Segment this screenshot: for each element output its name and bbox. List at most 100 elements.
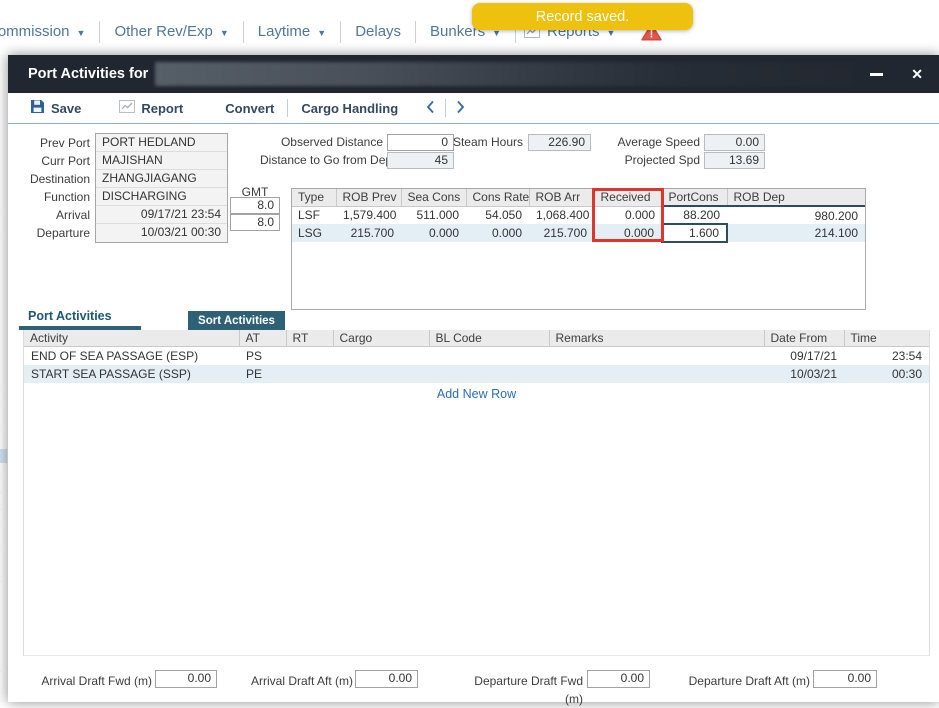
lsf-type: LSF: [292, 206, 336, 224]
col-sea-cons: Sea Cons: [401, 189, 466, 206]
background-text-fragment: 8: [0, 539, 7, 553]
col-bl-code: BL Code: [429, 330, 549, 347]
departure-draft-fwd-label: Departure Draft Fwd (m): [454, 672, 583, 690]
redacted-vessel-name: [155, 62, 853, 86]
departure-value: 10/03/21 00:30: [96, 224, 227, 242]
background-text-fragment: 8: [0, 419, 7, 433]
report-button[interactable]: Report: [119, 100, 183, 116]
save-button[interactable]: Save: [30, 99, 81, 117]
activity-row-esp[interactable]: END OF SEA PASSAGE (ESP) PS 09/17/21 23:…: [24, 347, 929, 365]
esp-rt: [286, 347, 333, 365]
departure-label: Departure: [8, 224, 90, 242]
lsf-rob-arr: 1,068.400: [529, 206, 594, 224]
lsg-portcons-input-focused[interactable]: 1.600: [662, 224, 727, 242]
average-speed-value: 0.00: [704, 134, 765, 151]
next-port-nav-button[interactable]: [456, 100, 465, 117]
esp-bl-code: [429, 347, 549, 365]
projected-spd-label: Projected Spd: [614, 152, 700, 169]
background-text-fragment: 4: [0, 485, 7, 499]
menu-divider: [415, 21, 416, 43]
background-text-fragment: 7: [0, 521, 7, 535]
lsg-sea-cons: 0.000: [401, 224, 466, 242]
gmt-departure-input[interactable]: 8.0: [230, 214, 280, 231]
tab-port-activities[interactable]: Port Activities: [28, 309, 112, 323]
col-type: Type: [292, 189, 336, 206]
toast-message: Record saved.: [536, 9, 630, 25]
convert-label: Convert: [225, 101, 274, 116]
bunker-row-lsf: LSF 1,579.400 511.000 54.050 1,068.400 0…: [292, 206, 865, 224]
menu-commission[interactable]: Commission ▼: [0, 23, 85, 40]
close-icon[interactable]: ✕: [911, 67, 923, 81]
projected-spd-value: 13.69: [704, 152, 765, 169]
col-cargo: Cargo: [333, 330, 429, 347]
col-time: Time: [844, 330, 929, 347]
col-portcons: PortCons: [662, 189, 727, 206]
lsg-type: LSG: [292, 224, 336, 242]
lsf-received-input[interactable]: 0.000: [594, 206, 662, 224]
ssp-cargo: [333, 365, 429, 383]
add-new-row-link[interactable]: Add New Row: [24, 387, 929, 401]
toolbar-divider: [445, 99, 446, 117]
background-text-fragment: 5: [0, 503, 7, 517]
menu-delays-label: Delays: [355, 23, 401, 40]
dialog-title: Port Activities for: [28, 66, 148, 82]
save-icon: [30, 99, 45, 117]
col-rob-dep: ROB Dep: [727, 189, 865, 206]
lsg-received-input[interactable]: 0.000: [594, 224, 662, 242]
bunker-header-row: Type ROB Prev Sea Cons Cons Rate ROB Arr…: [292, 189, 865, 206]
arrival-draft-aft-input[interactable]: 0.00: [355, 670, 418, 688]
background-text-fragment: 2: [0, 228, 7, 242]
bunker-panel: Type ROB Prev Sea Cons Cons Rate ROB Arr…: [291, 188, 866, 310]
curr-port-label: Curr Port: [8, 152, 90, 170]
function-label: Function: [8, 188, 90, 206]
background-text-fragment: 1: [0, 467, 7, 481]
menu-divider: [340, 21, 341, 43]
lsf-portcons-input[interactable]: 88.200: [662, 206, 727, 224]
destination-label: Destination: [8, 170, 90, 188]
minimize-icon[interactable]: [870, 73, 883, 76]
destination-value: ZHANGJIAGANG: [96, 170, 227, 188]
background-text-fragment: 5: [0, 575, 7, 589]
window-controls: ✕: [870, 67, 923, 81]
menu-laytime[interactable]: Laytime ▼: [258, 23, 326, 40]
ssp-at: PE: [239, 365, 286, 383]
report-label: Report: [141, 101, 183, 116]
lsf-rob-dep: 980.200: [727, 206, 865, 224]
arrival-draft-fwd-label: Arrival Draft Fwd (m): [33, 672, 152, 690]
observed-distance-label: Observed Distance: [278, 134, 383, 151]
arrival-draft-fwd-input[interactable]: 0.00: [155, 670, 217, 688]
dialog-content: Prev Port Curr Port Destination Function…: [8, 124, 939, 702]
activity-row-ssp[interactable]: START SEA PASSAGE (SSP) PE 10/03/21 00:3…: [24, 365, 929, 383]
col-date-from: Date From: [764, 330, 844, 347]
cargo-handling-label: Cargo Handling: [301, 101, 398, 116]
dialog-titlebar: Port Activities for ✕: [8, 55, 939, 93]
sort-activities-button[interactable]: Sort Activities: [188, 311, 285, 330]
ssp-bl-code: [429, 365, 549, 383]
chevron-down-icon: ▼: [220, 26, 229, 38]
departure-draft-aft-input[interactable]: 0.00: [813, 670, 877, 688]
col-at: AT: [239, 330, 286, 347]
gmt-arrival-input[interactable]: 8.0: [230, 197, 280, 214]
menu-divider: [243, 21, 244, 43]
col-rt: RT: [286, 330, 333, 347]
lsf-cons-rate: 54.050: [466, 206, 529, 224]
voyage-values-box: PORT HEDLAND MAJISHAN ZHANGJIAGANG DISCH…: [95, 133, 228, 243]
save-label: Save: [51, 101, 81, 116]
col-activity: Activity: [24, 330, 239, 347]
lsf-rob-prev: 1,579.400: [336, 206, 401, 224]
convert-button[interactable]: Convert: [225, 101, 274, 116]
dialog-toolbar: Save Report Convert Cargo Handling: [8, 93, 939, 124]
steam-hours-label: Steam Hours: [440, 134, 523, 151]
menu-other-rev-exp[interactable]: Other Rev/Exp ▼: [114, 23, 228, 40]
background-window-strip: 7229831457856: [0, 55, 8, 702]
chevron-down-icon: ▼: [317, 26, 326, 38]
departure-draft-fwd-input[interactable]: 0.00: [587, 670, 650, 688]
activities-panel: Activity AT RT Cargo BL Code Remarks Dat…: [23, 330, 930, 656]
esp-at: PS: [239, 347, 286, 365]
arrival-label: Arrival: [8, 206, 90, 224]
prev-port-nav-button[interactable]: [426, 100, 435, 117]
distance-to-go-value: 45: [387, 152, 454, 169]
esp-date-from: 09/17/21: [764, 347, 844, 365]
menu-delays[interactable]: Delays: [355, 23, 401, 40]
cargo-handling-button[interactable]: Cargo Handling: [301, 101, 398, 116]
